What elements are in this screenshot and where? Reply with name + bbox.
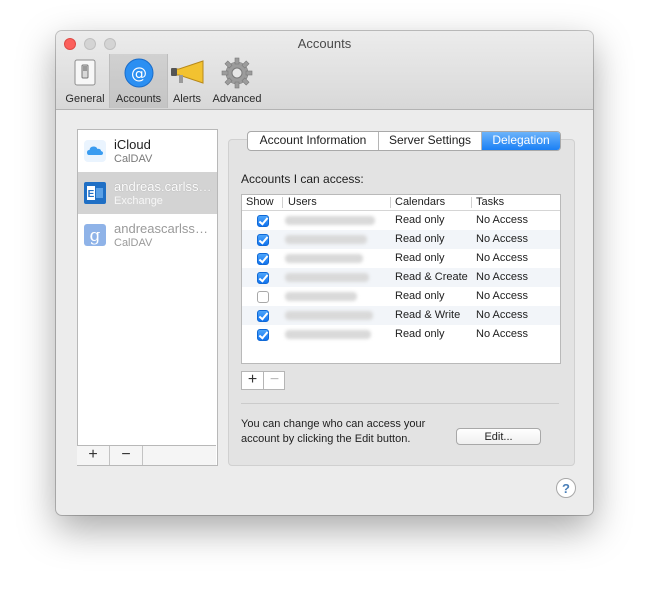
show-checkbox[interactable] bbox=[257, 329, 269, 341]
toolbar-accounts-label: Accounts bbox=[115, 93, 162, 105]
title-bar: Accounts General @ Accounts Alerts Advan… bbox=[56, 31, 593, 110]
divider bbox=[241, 403, 559, 404]
toolbar-general[interactable]: General bbox=[62, 54, 108, 108]
show-checkbox[interactable] bbox=[257, 215, 269, 227]
remove-account-button[interactable]: − bbox=[110, 446, 143, 465]
tasks-permission[interactable]: No Access bbox=[476, 252, 528, 264]
edit-button[interactable]: Edit... bbox=[456, 428, 541, 445]
show-checkbox[interactable] bbox=[257, 234, 269, 246]
calendars-permission[interactable]: Read only bbox=[395, 328, 445, 340]
tasks-permission[interactable]: No Access bbox=[476, 271, 528, 283]
svg-text:E: E bbox=[88, 189, 95, 200]
user-name-redacted bbox=[285, 330, 371, 339]
tab-server-settings[interactable]: Server Settings bbox=[379, 132, 482, 150]
account-item-exchange[interactable]: E andreas.carlsson@... Exchange bbox=[78, 172, 217, 214]
tasks-permission[interactable]: No Access bbox=[476, 328, 528, 340]
general-switch-icon bbox=[70, 57, 100, 90]
exchange-icon: E bbox=[84, 182, 106, 204]
gear-icon bbox=[221, 57, 253, 92]
show-checkbox[interactable] bbox=[257, 253, 269, 265]
calendars-permission[interactable]: Read & Write bbox=[395, 309, 460, 321]
add-delegate-button[interactable]: + bbox=[242, 372, 264, 389]
toolbar-advanced[interactable]: Advanced bbox=[208, 54, 266, 108]
accounts-window: Accounts General @ Accounts Alerts Advan… bbox=[56, 31, 593, 515]
column-users[interactable]: Users bbox=[288, 196, 317, 208]
toolbar-alerts[interactable]: Alerts bbox=[167, 54, 207, 108]
tasks-permission[interactable]: No Access bbox=[476, 233, 528, 245]
user-name-redacted bbox=[285, 292, 357, 301]
account-list[interactable]: iCloud CalDAV E andreas.carlsson@... Exc… bbox=[77, 129, 218, 466]
tab-bar: Account Information Server Settings Dele… bbox=[247, 131, 561, 151]
remove-delegate-button[interactable]: − bbox=[264, 372, 285, 389]
table-row[interactable]: Read & Create No Access bbox=[242, 268, 560, 287]
delegate-add-remove: + − bbox=[241, 371, 285, 390]
tab-delegation[interactable]: Delegation bbox=[482, 132, 560, 150]
account-name: andreas.carlsson@... bbox=[114, 179, 214, 194]
account-name: andreascarlsson... bbox=[114, 221, 214, 236]
calendars-permission[interactable]: Read only bbox=[395, 233, 445, 245]
account-item-icloud[interactable]: iCloud CalDAV bbox=[78, 130, 217, 172]
table-row[interactable]: Read & Write No Access bbox=[242, 306, 560, 325]
show-checkbox[interactable] bbox=[257, 272, 269, 284]
calendars-permission[interactable]: Read only bbox=[395, 290, 445, 302]
account-type: CalDAV bbox=[114, 237, 153, 249]
account-item-google[interactable]: g andreascarlsson... CalDAV bbox=[78, 214, 217, 256]
help-button[interactable]: ? bbox=[556, 478, 576, 498]
account-type: Exchange bbox=[114, 195, 163, 207]
tasks-permission[interactable]: No Access bbox=[476, 309, 528, 321]
tasks-permission[interactable]: No Access bbox=[476, 214, 528, 226]
tasks-permission[interactable]: No Access bbox=[476, 290, 528, 302]
show-checkbox[interactable] bbox=[257, 291, 269, 303]
user-name-redacted bbox=[285, 216, 375, 225]
calendars-permission[interactable]: Read & Create bbox=[395, 271, 468, 283]
table-row[interactable]: Read only No Access bbox=[242, 325, 560, 344]
column-calendars[interactable]: Calendars bbox=[395, 196, 445, 208]
icloud-icon bbox=[84, 140, 106, 162]
table-row[interactable]: Read only No Access bbox=[242, 230, 560, 249]
column-divider bbox=[282, 197, 283, 208]
account-type: CalDAV bbox=[114, 153, 153, 165]
calendars-permission[interactable]: Read only bbox=[395, 252, 445, 264]
account-name: iCloud bbox=[114, 137, 151, 152]
user-name-redacted bbox=[285, 254, 363, 263]
accounts-access-label: Accounts I can access: bbox=[241, 172, 364, 186]
toolbar-general-label: General bbox=[65, 93, 105, 105]
column-divider bbox=[390, 197, 391, 208]
megaphone-icon bbox=[169, 57, 205, 90]
tab-account-information[interactable]: Account Information bbox=[248, 132, 379, 150]
toolbar-advanced-label: Advanced bbox=[212, 93, 262, 105]
table-row[interactable]: Read only No Access bbox=[242, 287, 560, 306]
user-name-redacted bbox=[285, 311, 373, 320]
svg-text:g: g bbox=[90, 226, 101, 246]
table-row[interactable]: Read only No Access bbox=[242, 249, 560, 268]
show-checkbox[interactable] bbox=[257, 310, 269, 322]
window-title: Accounts bbox=[297, 36, 352, 51]
user-name-redacted bbox=[285, 235, 367, 244]
add-account-button[interactable]: + bbox=[77, 446, 110, 465]
toolbar-alerts-label: Alerts bbox=[172, 93, 202, 105]
table-header: Show Users Calendars Tasks bbox=[242, 195, 560, 211]
table-row[interactable]: Read only No Access bbox=[242, 211, 560, 230]
column-divider bbox=[471, 197, 472, 208]
svg-text:@: @ bbox=[131, 64, 147, 83]
column-show[interactable]: Show bbox=[246, 196, 274, 208]
column-tasks[interactable]: Tasks bbox=[476, 196, 504, 208]
calendars-permission[interactable]: Read only bbox=[395, 214, 445, 226]
account-list-buttons: + − bbox=[77, 445, 216, 465]
toolbar-accounts[interactable]: @ Accounts bbox=[109, 54, 168, 108]
google-icon: g bbox=[84, 224, 106, 246]
delegation-table[interactable]: Show Users Calendars Tasks Read only No … bbox=[241, 194, 561, 364]
at-sign-icon: @ bbox=[123, 57, 155, 92]
user-name-redacted bbox=[285, 273, 369, 282]
edit-instructions: You can change who can access your accou… bbox=[241, 418, 426, 445]
